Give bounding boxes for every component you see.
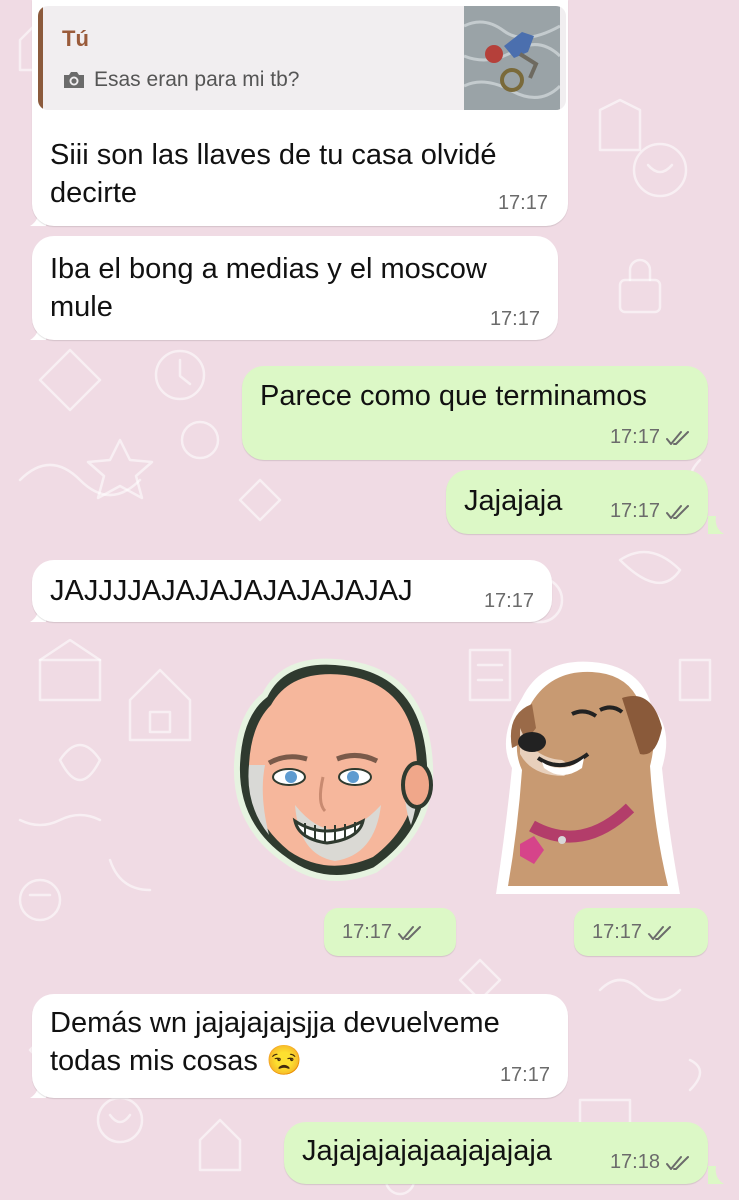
- message-text-line: mule: [50, 291, 113, 323]
- message-text: Jajajaja: [464, 485, 563, 517]
- reply-accent-bar: [38, 6, 43, 110]
- message-text-line: Demás wn jajajajajsjja devuelveme: [50, 1007, 500, 1039]
- message-meta: 17:17: [592, 921, 674, 944]
- message-time: 17:17: [483, 590, 534, 612]
- message-bubble[interactable]: Tú Esas eran para mi tb? Siii son las ll…: [32, 0, 568, 226]
- message-time: 17:17: [609, 500, 660, 522]
- message-text: Siii son las llaves de tu casa olvidé de…: [50, 136, 497, 212]
- reply-sender: Tú: [62, 26, 89, 51]
- double-check-icon: [666, 430, 689, 445]
- message-time: 17:18: [609, 1151, 660, 1173]
- double-check-icon: [648, 925, 672, 940]
- message-meta: 17:18: [610, 1151, 692, 1174]
- photo-thumbnail: [464, 6, 560, 110]
- message-text-fragment: todas mis cosas: [50, 1045, 258, 1077]
- message-text: Jajajajajajaajajajaja: [302, 1135, 552, 1167]
- message-time: 17:17: [497, 192, 548, 214]
- message-time: 17:17: [342, 921, 393, 943]
- double-check-icon: [666, 1155, 689, 1170]
- message-time: 17:17: [609, 426, 660, 448]
- message-text-line: Siii son las llaves de tu casa olvidé: [50, 139, 497, 171]
- laughing-dog-sticker[interactable]: [492, 658, 682, 894]
- double-check-icon: [398, 925, 422, 940]
- reply-text: Esas eran para mi tb?: [62, 68, 299, 92]
- sticker-time-pill: 17:17: [574, 908, 708, 956]
- message-bubble[interactable]: Parece como que terminamos 17:17: [242, 366, 708, 460]
- message-text-line: Iba el bong a medias y el moscow: [50, 253, 487, 285]
- message-text: Parece como que terminamos: [260, 380, 647, 412]
- bubble-tail: [708, 1166, 724, 1184]
- message-time: 17:17: [499, 1064, 550, 1086]
- quoted-reply[interactable]: Tú Esas eran para mi tb?: [38, 6, 566, 110]
- message-time: 17:17: [592, 921, 643, 943]
- bald-man-sticker[interactable]: [225, 655, 445, 885]
- message-bubble[interactable]: JAJJJJAJAJAJAJAJAJAJAJ 17:17: [32, 560, 552, 622]
- reply-text-label: Esas eran para mi tb?: [94, 68, 300, 91]
- bubble-tail: [708, 516, 724, 534]
- message-meta: 17:17: [610, 426, 692, 449]
- message-bubble[interactable]: Jajajaja 17:17: [446, 470, 708, 534]
- message-bubble[interactable]: Jajajajajajaajajajaja 17:18: [284, 1122, 708, 1184]
- message-text-line: decirte: [50, 177, 138, 209]
- message-meta: 17:17: [610, 500, 692, 523]
- message-time: 17:17: [489, 308, 540, 330]
- message-text: JAJJJJAJAJAJAJAJAJAJAJ: [50, 575, 413, 607]
- message-text: Demás wn jajajajajsjja devuelveme todas …: [50, 1004, 500, 1080]
- message-text: Iba el bong a medias y el moscow mule: [50, 250, 487, 326]
- message-bubble[interactable]: Iba el bong a medias y el moscow mule 17…: [32, 236, 558, 340]
- message-meta: 17:17: [342, 921, 424, 944]
- message-bubble[interactable]: Demás wn jajajajajsjja devuelveme todas …: [32, 994, 568, 1098]
- message-text-line: todas mis cosas 😒: [50, 1042, 500, 1080]
- unamused-face-emoji: 😒: [265, 1045, 303, 1077]
- camera-icon: [64, 72, 84, 88]
- sticker-time-pill: 17:17: [324, 908, 456, 956]
- double-check-icon: [666, 504, 689, 519]
